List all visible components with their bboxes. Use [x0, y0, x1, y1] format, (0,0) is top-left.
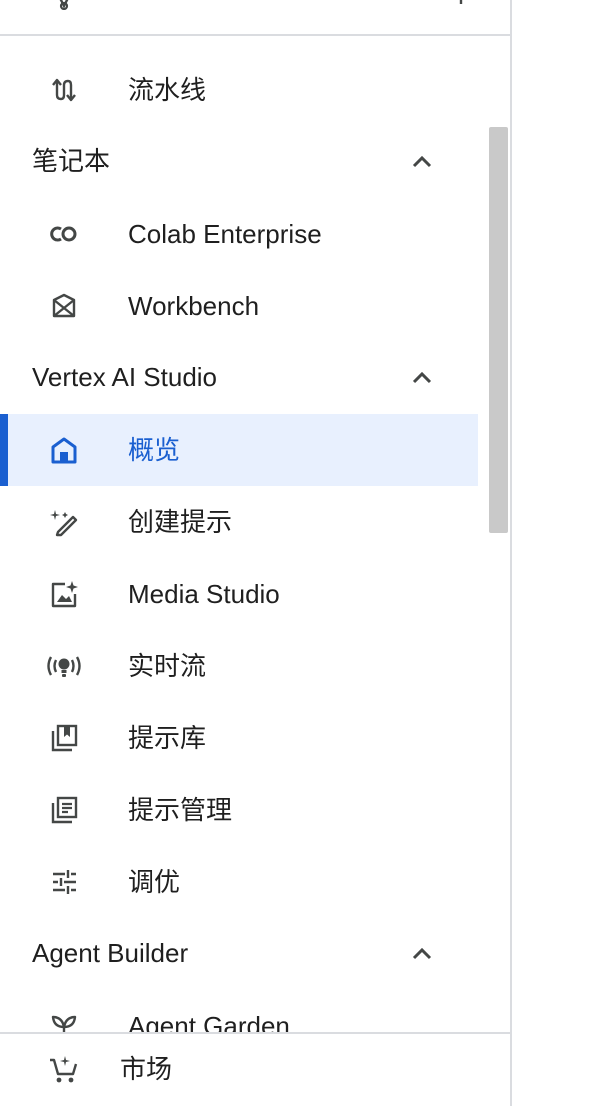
- chevron-up-icon: [410, 367, 434, 387]
- partial-top-icon: [50, 0, 78, 10]
- active-indicator: [0, 414, 8, 486]
- divider: [0, 34, 510, 36]
- nav-item-label: 市场: [120, 1054, 173, 1084]
- live-stream-icon: [44, 648, 84, 684]
- nav-item-label: 概览: [128, 435, 181, 465]
- nav-item-overview[interactable]: 概览: [0, 414, 478, 486]
- nav-item-tuning[interactable]: 调优: [0, 846, 478, 918]
- nav-item-pipelines[interactable]: 流水线: [0, 54, 478, 126]
- tune-sliders-icon: [44, 864, 84, 900]
- section-title: Vertex AI Studio: [32, 362, 218, 392]
- colab-icon: [44, 216, 84, 252]
- shopping-cart-icon: [44, 1052, 84, 1088]
- chevron-up-icon: [410, 943, 434, 963]
- section-header-vertex-ai-studio[interactable]: Vertex AI Studio: [0, 341, 478, 413]
- partial-top-chevron-icon: [452, 0, 472, 6]
- workbench-icon: [44, 288, 84, 324]
- nav-item-workbench[interactable]: Workbench: [0, 270, 478, 342]
- section-header-notebooks[interactable]: 笔记本: [0, 125, 478, 197]
- bookmark-library-icon: [44, 720, 84, 756]
- nav-item-label: 流水线: [128, 75, 207, 105]
- image-sparkle-icon: [44, 576, 84, 612]
- section-header-agent-builder[interactable]: Agent Builder: [0, 917, 478, 989]
- nav-item-live-stream[interactable]: 实时流: [0, 630, 478, 702]
- navigation-sidebar: 流水线 笔记本 Colab Enterprise Workbench Verte…: [0, 0, 512, 1106]
- nav-item-label: 提示库: [128, 723, 207, 753]
- nav-item-label: Colab Enterprise: [128, 219, 322, 249]
- nav-item-label: Media Studio: [128, 579, 280, 609]
- list-document-icon: [44, 792, 84, 828]
- scrollbar-thumb[interactable]: [489, 127, 508, 533]
- nav-item-prompt-gallery[interactable]: 提示库: [0, 702, 478, 774]
- nav-item-label: Workbench: [128, 291, 260, 321]
- nav-item-marketplace[interactable]: 市场: [0, 1032, 510, 1106]
- home-icon: [44, 432, 84, 468]
- chevron-up-icon: [410, 151, 434, 171]
- pipeline-icon: [44, 72, 84, 108]
- section-title: Agent Builder: [32, 938, 189, 968]
- nav-item-colab-enterprise[interactable]: Colab Enterprise: [0, 198, 478, 270]
- nav-item-create-prompt[interactable]: 创建提示: [0, 486, 478, 558]
- magic-pen-icon: [44, 504, 84, 540]
- section-title: 笔记本: [32, 146, 111, 176]
- nav-item-prompt-management[interactable]: 提示管理: [0, 774, 478, 846]
- nav-item-label: 提示管理: [128, 795, 233, 825]
- nav-item-label: 创建提示: [128, 507, 233, 537]
- nav-item-label: 实时流: [128, 651, 207, 681]
- nav-item-media-studio[interactable]: Media Studio: [0, 558, 478, 630]
- nav-item-label: 调优: [128, 867, 181, 897]
